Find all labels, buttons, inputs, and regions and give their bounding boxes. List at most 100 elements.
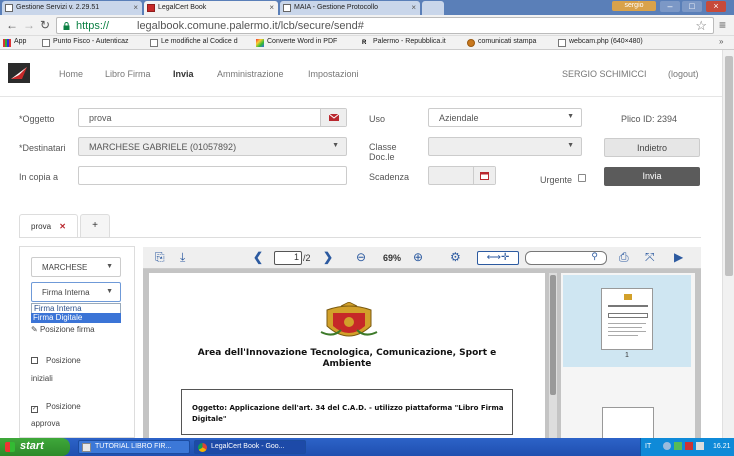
bookmark-repubblica[interactable]: R Palermo - Repubblica.it <box>362 38 446 46</box>
tab-divider <box>19 237 701 238</box>
uso-select[interactable]: Aziendale ▼ <box>428 108 582 127</box>
next-page-icon[interactable]: ❯ <box>323 250 333 264</box>
chevron-down-icon: ▼ <box>332 142 339 149</box>
page-icon <box>5 4 13 12</box>
page-icon <box>42 39 50 47</box>
viewer-scrollbar-thumb[interactable] <box>550 275 556 395</box>
minimize-window-icon[interactable]: – <box>660 1 680 12</box>
page-icon <box>150 39 158 47</box>
tray-volume-icon[interactable] <box>696 442 704 450</box>
signer-select[interactable]: MARCHESE ▼ <box>31 257 121 277</box>
more-bookmarks-icon[interactable]: » <box>719 37 723 46</box>
bookmark-comunicati[interactable]: comunicati stampa <box>467 38 536 47</box>
forward-icon[interactable]: → <box>23 18 35 32</box>
taskbar-item-legalcert[interactable]: LegalCert Book - Goo... <box>194 440 306 454</box>
firma-option-digitale[interactable]: Firma Digitale <box>31 313 121 323</box>
sidebar-toggle-icon[interactable]: ⎘ <box>155 250 165 265</box>
classe-doc-select[interactable]: ▼ <box>428 137 582 156</box>
fullscreen-icon[interactable]: ⤧ <box>645 250 655 265</box>
in-copia-label: In copia a <box>19 172 59 182</box>
firma-type-select[interactable]: Firma Interna ▼ <box>31 282 121 302</box>
close-tab-icon[interactable]: ✕ <box>59 222 66 231</box>
zoom-in-icon[interactable]: ⊕ <box>413 250 423 264</box>
posizione-approva-option[interactable]: ✓ Posizione <box>31 402 81 413</box>
browser-tab-legalcert[interactable]: LegalCert Book × <box>144 1 278 15</box>
posizione-iniziali-option[interactable]: Posizione <box>31 356 81 365</box>
nav-home[interactable]: Home <box>59 69 83 79</box>
fit-width-icon[interactable]: ⟷✛ <box>477 251 519 265</box>
close-tab-icon[interactable]: × <box>411 3 416 12</box>
tray-network-icon[interactable] <box>663 442 671 450</box>
firma-option-interna[interactable]: Firma Interna <box>31 303 121 313</box>
page-number-input[interactable]: 1 <box>274 251 302 265</box>
language-indicator[interactable]: IT <box>645 443 651 450</box>
address-bar[interactable]: https:// legalbook.comune.palermo.it/lcb… <box>56 17 714 34</box>
document-heading: Area dell'Innovazione Tecnologica, Comun… <box>197 348 497 369</box>
in-copia-input[interactable] <box>78 166 347 185</box>
tab-prova[interactable]: prova ✕ <box>19 214 78 238</box>
comunicati-icon <box>467 39 475 47</box>
chevron-down-icon: ▼ <box>106 288 113 295</box>
pdf-viewer: ⎘ ⤓ ❮ 1 /2 ❯ ⊖ 69% ⊕ ⚙ ⟷✛ ⚲ ⎙ ⤧ ▶ Area d… <box>143 247 701 438</box>
maximize-window-icon[interactable]: □ <box>682 1 702 12</box>
legalcert-logo[interactable] <box>8 63 30 83</box>
destinatari-select[interactable]: MARCHESE GABRIELE (01057892) ▼ <box>78 137 347 156</box>
browser-tab-maia[interactable]: MAIA - Gestione Protocollo × <box>280 1 420 15</box>
start-button[interactable]: start <box>0 438 70 456</box>
posizione-firma-option[interactable]: ✎ Posizione firma <box>31 325 95 334</box>
oggetto-input[interactable]: prova <box>78 108 347 127</box>
calendar-addon[interactable] <box>473 167 495 184</box>
back-icon[interactable]: ← <box>6 18 18 32</box>
tray-security-icon[interactable] <box>674 442 682 450</box>
scadenza-input[interactable] <box>428 166 496 185</box>
thumbnail-2[interactable] <box>602 407 654 438</box>
close-tab-icon[interactable]: × <box>133 3 138 12</box>
url-path: legalbook.comune.palermo.it/lcb/secure/s… <box>137 20 364 32</box>
page-scrollbar-thumb[interactable] <box>725 56 733 276</box>
settings-icon[interactable]: ⚙ <box>450 250 461 264</box>
taskbar-item-tutorial[interactable]: TUTORIAL LIBRO FIR... <box>78 440 190 454</box>
download-icon[interactable]: ⤓ <box>180 250 185 265</box>
reload-icon[interactable]: ↻ <box>40 18 50 32</box>
close-window-icon[interactable]: × <box>706 1 726 12</box>
browser-tab-gestione-servizi[interactable]: Gestione Servizi v. 2.29.51 × <box>2 1 142 15</box>
windows-taskbar: start TUTORIAL LIBRO FIR... LegalCert Bo… <box>0 438 734 456</box>
tray-app-icon[interactable] <box>685 442 693 450</box>
nav-invia[interactable]: Invia <box>173 69 194 79</box>
urgente-checkbox[interactable] <box>578 174 586 182</box>
bookmark-punto-fisco[interactable]: Punto Fisco - Autenticaz <box>42 38 128 47</box>
envelope-addon <box>320 109 346 126</box>
browser-tab-label: Gestione Servizi v. 2.29.51 <box>16 4 100 11</box>
bookmark-apps[interactable]: App <box>3 38 26 47</box>
close-tab-icon[interactable]: × <box>269 3 274 12</box>
add-document-tab[interactable]: + <box>80 214 110 238</box>
bookmark-converte-word[interactable]: Converte Word in PDF <box>256 38 337 47</box>
page-icon <box>558 39 566 47</box>
logout-link[interactable]: (logout) <box>668 69 699 79</box>
bookmark-star-icon[interactable]: ☆ <box>695 18 707 34</box>
chrome-icon <box>198 443 207 452</box>
presentation-icon[interactable]: ▶ <box>674 250 683 264</box>
invia-button[interactable]: Invia <box>604 167 700 186</box>
print-icon[interactable]: ⎙ <box>619 250 629 265</box>
bookmark-webcam[interactable]: webcam.php (640×480) <box>558 38 643 47</box>
new-tab-button[interactable] <box>422 1 444 15</box>
zoom-out-icon[interactable]: ⊖ <box>356 250 366 264</box>
search-input[interactable]: ⚲ <box>525 251 607 265</box>
uso-value: Aziendale <box>439 113 479 123</box>
checked-square-icon: ✓ <box>31 406 38 413</box>
nav-impostazioni[interactable]: Impostazioni <box>308 69 359 79</box>
pdf-page[interactable]: Area dell'Innovazione Tecnologica, Comun… <box>149 273 545 438</box>
indietro-button[interactable]: Indietro <box>604 138 700 157</box>
thumbnail-1[interactable]: 1 <box>563 275 691 367</box>
previous-page-icon[interactable]: ❮ <box>253 250 263 264</box>
nav-libro-firma[interactable]: Libro Firma <box>105 69 151 79</box>
browser-toolbar: ← → ↻ https:// legalbook.comune.palermo.… <box>0 15 734 36</box>
viewer-scrollbar[interactable] <box>549 273 557 438</box>
browser-menu-icon[interactable]: ≡ <box>719 18 726 32</box>
nav-amministrazione[interactable]: Amministrazione <box>217 69 284 79</box>
page-scrollbar[interactable] <box>722 50 734 438</box>
destinatari-value: MARCHESE GABRIELE (01057892) <box>89 142 237 152</box>
browser-user-chip[interactable]: sergio <box>612 1 656 11</box>
bookmark-codice[interactable]: Le modifiche al Codice d <box>150 38 238 47</box>
